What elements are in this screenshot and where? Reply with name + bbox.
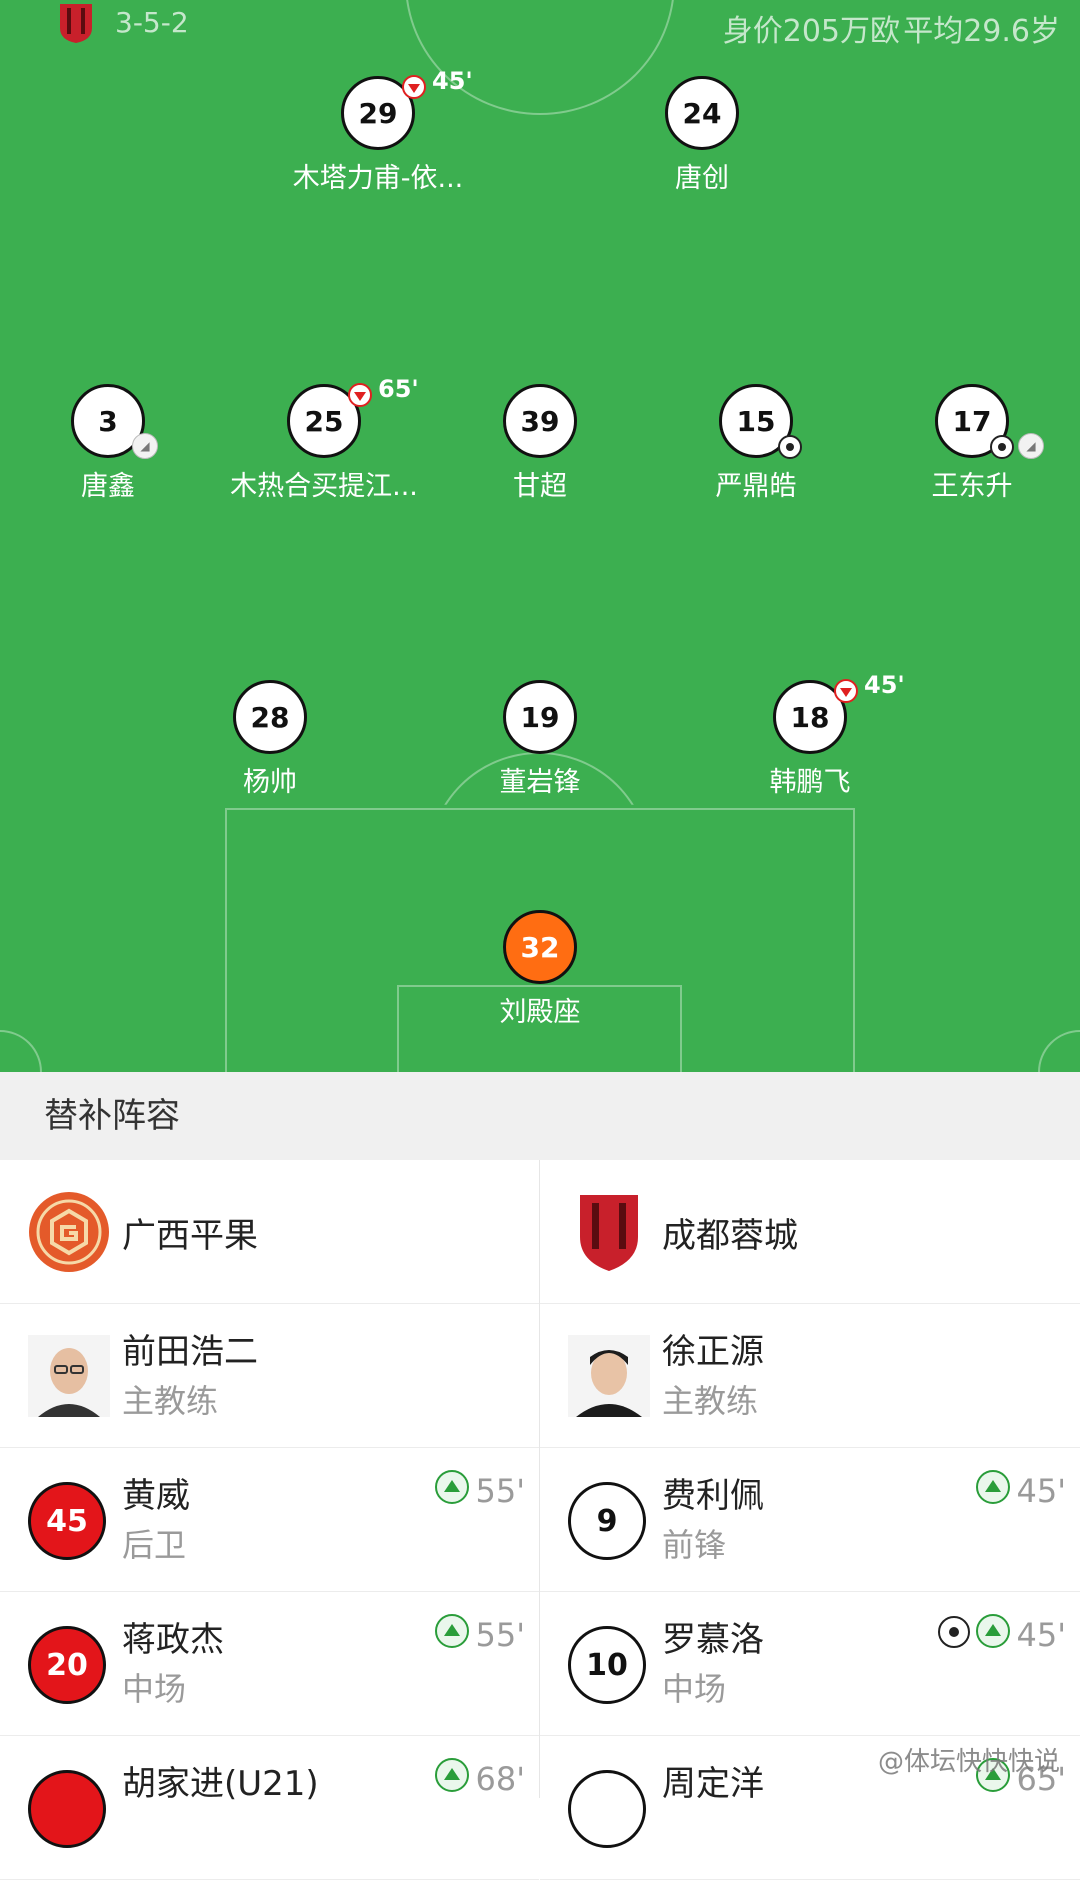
chengdu-logo-icon (580, 1195, 638, 1271)
team-row[interactable]: 成都蓉城 (540, 1160, 1080, 1304)
team-name: 成都蓉城 (662, 1216, 798, 1256)
coach-row[interactable]: 前田浩二 主教练 (0, 1304, 539, 1448)
player-number-badge: 20 (28, 1626, 106, 1704)
player-name: 木热合买提江... (230, 471, 418, 502)
player-number: 24 (665, 76, 739, 150)
player-position: 中场 (122, 1670, 187, 1708)
player-position: 中场 (662, 1670, 727, 1708)
player-number: 29 45' (341, 67, 473, 150)
player-name: 董岩锋 (499, 767, 581, 798)
player-number-badge (568, 1770, 646, 1848)
average-age: 平均29.6岁 (903, 14, 1060, 49)
team-name: 广西平果 (122, 1216, 258, 1256)
player-number: 39 (503, 384, 577, 458)
subs-column-away: 成都蓉城 徐正源 主教练 9 费利佩 前锋 45' 10 罗慕洛 中场 45' … (540, 1160, 1080, 1880)
player-name: 王东升 (931, 471, 1013, 502)
coach-row[interactable]: 徐正源 主教练 (540, 1304, 1080, 1448)
player-name: 甘超 (513, 471, 567, 502)
corner-arc-right (1038, 1030, 1080, 1072)
player-3[interactable]: 3 ◢ 唐鑫 (0, 384, 218, 503)
player-18[interactable]: 18 45' 韩鹏飞 (700, 671, 920, 799)
player-position: 后卫 (122, 1526, 187, 1564)
player-name: 罗慕洛 (662, 1620, 764, 1660)
sub-out-icon (402, 75, 426, 99)
player-name: 黄威 (122, 1476, 190, 1516)
sub-out-minute: 45' (864, 671, 905, 699)
player-name: 费利佩 (662, 1476, 764, 1516)
sub-in-minute: 68' (475, 1760, 525, 1798)
player-24[interactable]: 24 唐创 (592, 76, 812, 195)
player-number: 25 65' (287, 375, 419, 458)
sub-player-row[interactable]: 45 黄威 后卫 55' (0, 1448, 539, 1592)
sub-in-icon (435, 1758, 469, 1792)
sub-out-icon (348, 383, 372, 407)
player-25[interactable]: 25 65' 木热合买提江... (214, 375, 434, 503)
player-29[interactable]: 29 45' 木塔力甫-依... (268, 67, 488, 195)
player-number: 32 (503, 910, 577, 984)
sub-out-minute: 65' (378, 375, 419, 403)
goal-ball-icon (990, 435, 1014, 459)
player-number: 19 (503, 680, 577, 754)
player-position: 前锋 (662, 1526, 727, 1564)
sub-in-icon (976, 1614, 1010, 1648)
player-number-badge: 10 (568, 1626, 646, 1704)
player-17[interactable]: 17 ◢ 王东升 (862, 384, 1080, 503)
player-name: 严鼎皓 (715, 471, 797, 502)
coach-name: 前田浩二 (122, 1332, 258, 1372)
player-28[interactable]: 28 杨帅 (160, 680, 380, 799)
sub-in-minute: 55' (475, 1616, 525, 1654)
sub-player-row[interactable]: 胡家进(U21) 68' (0, 1736, 539, 1880)
player-number: 3 ◢ (71, 384, 158, 459)
coach-role: 主教练 (122, 1382, 219, 1420)
sub-in-minute: 45' (1016, 1616, 1066, 1654)
player-number: 15 (719, 384, 802, 459)
formation-label: 3-5-2 (115, 6, 189, 39)
coach-role: 主教练 (662, 1382, 759, 1420)
sub-player-row[interactable]: 9 费利佩 前锋 45' (540, 1448, 1080, 1592)
chengdu-logo-icon (60, 4, 92, 43)
sub-out-minute: 45' (432, 67, 473, 95)
boot-icon: ◢ (132, 433, 158, 459)
boot-icon: ◢ (1018, 433, 1044, 459)
goal-ball-icon (778, 435, 802, 459)
player-number-badge (28, 1770, 106, 1848)
sub-player-row[interactable]: 20 蒋政杰 中场 55' (0, 1592, 539, 1736)
sub-in-icon (435, 1470, 469, 1504)
player-15[interactable]: 15 严鼎皓 (646, 384, 866, 503)
player-32-goalkeeper[interactable]: 32 刘殿座 (430, 910, 650, 1029)
player-number: 28 (233, 680, 307, 754)
coach-name: 徐正源 (662, 1332, 764, 1372)
player-number: 18 45' (773, 671, 905, 754)
player-name: 杨帅 (243, 767, 297, 798)
subs-column-home: 广西平果 前田浩二 主教练 45 黄威 后卫 55' 20 蒋政杰 中场 55'… (0, 1160, 540, 1880)
watermark: @体坛快快快说 (877, 1747, 1060, 1777)
sub-in-icon (435, 1614, 469, 1648)
corner-arc-left (0, 1030, 42, 1072)
sub-player-row[interactable]: 10 罗慕洛 中场 45' (540, 1592, 1080, 1736)
player-name: 蒋政杰 (122, 1620, 224, 1660)
sub-in-minute: 45' (1016, 1472, 1066, 1510)
formation-pitch: 3-5-2 身价205万欧 平均29.6岁 29 45' 木塔力甫-依... 2… (0, 0, 1080, 1072)
player-name: 刘殿座 (499, 997, 581, 1028)
player-number-badge: 9 (568, 1482, 646, 1560)
player-name: 韩鹏飞 (769, 767, 851, 798)
team-row[interactable]: 广西平果 (0, 1160, 539, 1304)
goal-ball-icon (938, 1616, 970, 1648)
sub-out-icon (834, 679, 858, 703)
guangxi-logo-icon (29, 1192, 109, 1272)
team-value: 身价205万欧 (722, 14, 900, 49)
player-19[interactable]: 19 董岩锋 (430, 680, 650, 799)
player-name: 唐创 (675, 163, 729, 194)
sub-in-icon (976, 1470, 1010, 1504)
player-39[interactable]: 39 甘超 (430, 384, 650, 503)
player-name: 唐鑫 (81, 471, 135, 502)
coach-avatar-icon (568, 1335, 650, 1417)
player-name: 木塔力甫-依... (292, 163, 464, 194)
player-number-badge: 45 (28, 1482, 106, 1560)
player-number: 17 ◢ (935, 384, 1044, 459)
sub-in-minute: 55' (475, 1472, 525, 1510)
coach-avatar-icon (28, 1335, 110, 1417)
subs-section-title: 替补阵容 (0, 1072, 1080, 1160)
